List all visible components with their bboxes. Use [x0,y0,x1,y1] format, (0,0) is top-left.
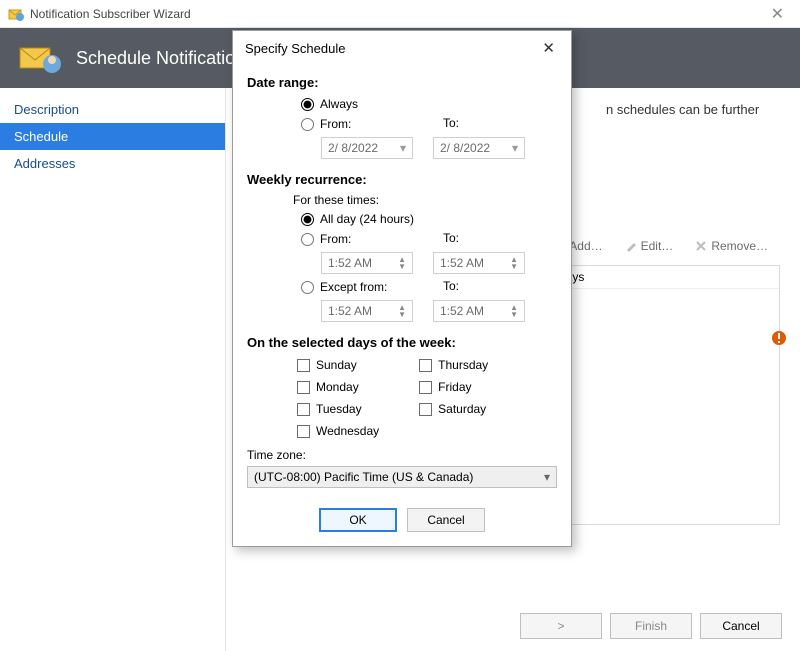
chk-sunday-label: Sunday [316,358,357,372]
spinner-icon: ▲▼ [398,256,406,270]
specify-schedule-dialog: Specify Schedule ✕ Date range: Always Fr… [232,30,572,547]
ok-button[interactable]: OK [319,508,397,532]
radio-date-from[interactable]: From: [247,114,557,134]
time1-to-picker[interactable]: 1:52 AM ▲▼ [433,252,525,274]
spinner-icon: ▲▼ [398,304,406,318]
radio-time-from[interactable]: From: [247,229,557,249]
window-title: Notification Subscriber Wizard [30,7,191,21]
chk-wednesday-label: Wednesday [316,424,379,438]
radio-all-day-label: All day (24 hours) [320,212,414,226]
chk-monday-label: Monday [316,380,359,394]
time1-from-picker[interactable]: 1:52 AM ▲▼ [321,252,413,274]
checkbox-icon [297,425,310,438]
dialog-cancel-button[interactable]: Cancel [407,508,485,532]
radio-time-from-label: From: [320,232,351,246]
chevron-down-icon: ▾ [544,470,550,484]
timezone-select[interactable]: (UTC-08:00) Pacific Time (US & Canada) ▾ [247,466,557,488]
cancel-button[interactable]: Cancel [700,613,782,639]
radio-always-label: Always [320,97,358,111]
remove-icon [695,240,707,252]
chk-tuesday-label: Tuesday [316,402,362,416]
timezone-label: Time zone: [247,448,557,462]
for-times-label: For these times: [247,191,557,209]
dialog-title: Specify Schedule [245,41,345,56]
edit-label: Edit… [641,239,674,253]
chk-thursday-label: Thursday [438,358,488,372]
radio-date-from-label: From: [320,117,351,131]
chk-monday[interactable]: Monday [297,380,379,394]
app-icon [8,6,24,22]
envelope-icon [18,42,62,74]
time1-to-label: To: [443,231,459,245]
chk-friday-label: Friday [438,380,471,394]
pencil-icon [625,240,637,252]
checkbox-icon [419,403,432,416]
sidebar-item-description[interactable]: Description [0,96,225,123]
hint-text: n schedules can be further [606,102,780,117]
chk-sunday[interactable]: Sunday [297,358,379,372]
chevron-down-icon: ▾ [512,141,518,155]
date-from-picker[interactable]: 2/ 8/2022 ▾ [321,137,413,159]
checkbox-icon [297,403,310,416]
sidebar-item-addresses[interactable]: Addresses [0,150,225,177]
radio-date-from-input[interactable] [301,118,314,131]
checkbox-icon [419,359,432,372]
radio-always-input[interactable] [301,98,314,111]
spinner-icon: ▲▼ [510,304,518,318]
chk-wednesday[interactable]: Wednesday [297,424,379,438]
radio-except-from-input[interactable] [301,281,314,294]
remove-button[interactable]: Remove… [687,235,776,257]
dialog-close-button[interactable]: ✕ [538,39,559,57]
next-button[interactable]: > [520,613,602,639]
chk-saturday[interactable]: Saturday [419,402,488,416]
time1-to-value: 1:52 AM [440,256,484,270]
chk-thursday[interactable]: Thursday [419,358,488,372]
time2-from-picker[interactable]: 1:52 AM ▲▼ [321,300,413,322]
date-to-label: To: [443,116,459,130]
weekly-heading: Weekly recurrence: [247,172,557,187]
time2-to-value: 1:52 AM [440,304,484,318]
time2-to-picker[interactable]: 1:52 AM ▲▼ [433,300,525,322]
sidebar-item-schedule[interactable]: Schedule [0,123,225,150]
wizard-sidebar: Description Schedule Addresses [0,88,226,651]
chk-saturday-label: Saturday [438,402,486,416]
radio-except-from[interactable]: Except from: [247,277,557,297]
time2-to-label: To: [443,279,459,293]
chevron-down-icon: ▾ [400,141,406,155]
wizard-heading: Schedule Notifications [76,48,254,69]
chk-friday[interactable]: Friday [419,380,488,394]
date-to-picker[interactable]: 2/ 8/2022 ▾ [433,137,525,159]
days-heading: On the selected days of the week: [247,335,557,350]
window-titlebar: Notification Subscriber Wizard ✕ [0,0,800,28]
checkbox-icon [419,381,432,394]
date-from-value: 2/ 8/2022 [328,141,378,155]
radio-all-day-input[interactable] [301,213,314,226]
window-close-button[interactable]: ✕ [763,4,792,24]
time2-from-value: 1:52 AM [328,304,372,318]
checkbox-icon [297,359,310,372]
finish-button[interactable]: Finish [610,613,692,639]
radio-except-from-label: Except from: [320,280,387,294]
timezone-value: (UTC-08:00) Pacific Time (US & Canada) [254,470,473,484]
radio-all-day[interactable]: All day (24 hours) [247,209,557,229]
checkbox-icon [297,381,310,394]
remove-label: Remove… [711,239,768,253]
radio-time-from-input[interactable] [301,233,314,246]
spinner-icon: ▲▼ [510,256,518,270]
radio-always[interactable]: Always [247,94,557,114]
date-to-value: 2/ 8/2022 [440,141,490,155]
edit-button[interactable]: Edit… [617,235,682,257]
time1-from-value: 1:52 AM [328,256,372,270]
add-label: Add… [569,239,602,253]
date-range-heading: Date range: [247,75,557,90]
wizard-footer: > Finish Cancel [520,613,782,639]
chk-tuesday[interactable]: Tuesday [297,402,379,416]
error-icon [771,330,787,346]
